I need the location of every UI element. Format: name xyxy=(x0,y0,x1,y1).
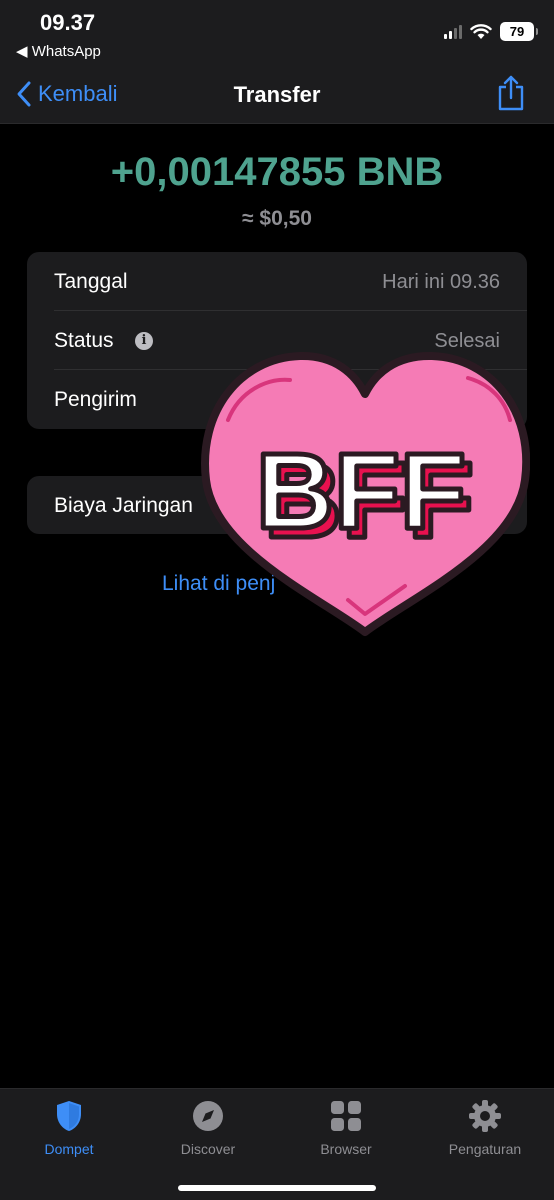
transaction-amount: +0,00147855 BNB xyxy=(110,150,444,194)
info-icon[interactable]: i xyxy=(135,332,153,350)
battery-indicator: 79 xyxy=(500,22,538,41)
shield-icon xyxy=(57,1101,81,1131)
date-value: Hari ini 09.36 xyxy=(382,271,500,293)
tab-discover[interactable]: Discover xyxy=(148,1099,268,1161)
gear-icon xyxy=(469,1100,501,1132)
date-row: Tanggal Hari ini 09.36 xyxy=(27,252,527,311)
grid-icon xyxy=(331,1101,361,1131)
tab-pengaturan[interactable]: Pengaturan xyxy=(425,1099,545,1161)
date-label: Tanggal xyxy=(54,270,128,293)
back-to-app-link[interactable]: ◀ WhatsApp xyxy=(16,42,101,60)
home-indicator xyxy=(178,1185,376,1191)
wifi-icon xyxy=(470,23,492,39)
status-icons: 79 xyxy=(444,22,538,41)
navigation-bar: Kembali Transfer xyxy=(0,70,554,124)
tab-bar: Dompet Discover Browser Pengaturan xyxy=(0,1088,554,1200)
cellular-signal-icon xyxy=(444,24,462,39)
sender-label: Pengirim xyxy=(54,388,137,411)
tab-label: Pengaturan xyxy=(448,1141,522,1157)
tab-label: Discover xyxy=(180,1141,236,1157)
status-label: Status xyxy=(54,329,114,352)
tab-label: Browser xyxy=(320,1141,372,1157)
status-bar: 09.37 ◀ WhatsApp 79 xyxy=(0,0,554,70)
network-fee-label: Biaya Jaringan xyxy=(54,494,193,517)
compass-icon xyxy=(193,1101,223,1131)
bff-heart-sticker: BFF BFF xyxy=(201,351,530,636)
fiat-value: ≈ $0,50 xyxy=(242,207,312,230)
clock: 09.37 xyxy=(40,10,96,35)
share-button[interactable] xyxy=(496,74,526,117)
page-title: Transfer xyxy=(233,82,321,107)
sticker-text: BFF xyxy=(256,430,466,551)
tab-dompet[interactable]: Dompet xyxy=(9,1099,129,1161)
share-icon xyxy=(498,75,524,111)
tab-label: Dompet xyxy=(44,1141,94,1157)
tab-browser[interactable]: Browser xyxy=(286,1099,406,1161)
